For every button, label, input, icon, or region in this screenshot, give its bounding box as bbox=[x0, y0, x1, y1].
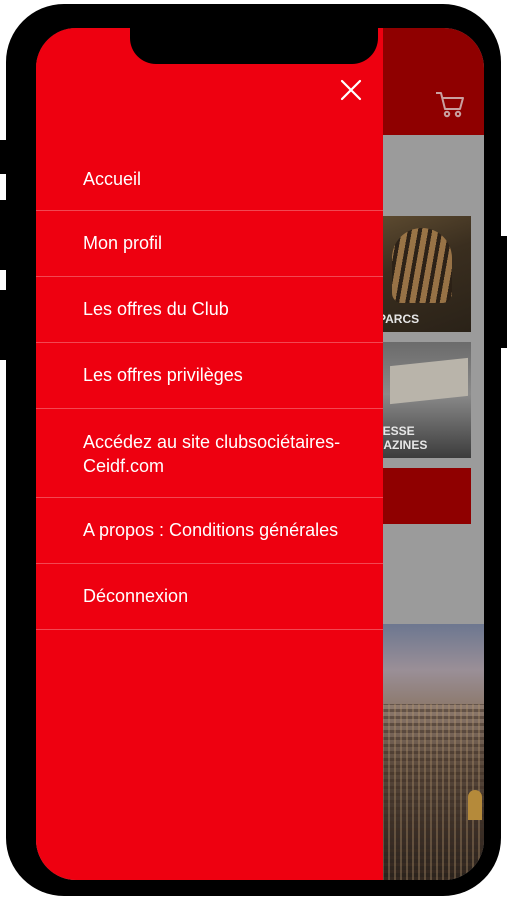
phone-frame: PARCS RESSE GAZINES Accueil bbox=[6, 4, 501, 896]
menu-item-label: A propos : Conditions générales bbox=[83, 520, 339, 540]
city-image bbox=[382, 624, 484, 880]
menu-item-label: Les offres du Club bbox=[83, 299, 229, 319]
tile-label: RESSE GAZINES bbox=[382, 424, 463, 452]
tile-label: PARCS bbox=[382, 312, 420, 326]
menu-item-label: Déconnexion bbox=[83, 586, 189, 606]
menu-item-label: Mon profil bbox=[83, 233, 163, 253]
category-tile-presse[interactable]: RESSE GAZINES bbox=[382, 342, 471, 458]
navigation-drawer: Accueil Mon profil Les offres du Club Le… bbox=[36, 28, 383, 880]
phone-notch bbox=[130, 24, 378, 64]
tile-label-line2: GAZINES bbox=[382, 438, 428, 452]
screen: PARCS RESSE GAZINES Accueil bbox=[36, 28, 484, 880]
menu-item-label: Les offres privilèges bbox=[83, 365, 243, 385]
promo-banner[interactable] bbox=[382, 468, 471, 524]
menu-item-a-propos[interactable]: A propos : Conditions générales bbox=[36, 498, 383, 564]
tile-label-line1: RESSE bbox=[382, 424, 415, 438]
menu-item-accueil[interactable]: Accueil bbox=[36, 169, 383, 211]
newspaper-image bbox=[390, 357, 468, 405]
menu-item-deconnexion[interactable]: Déconnexion bbox=[36, 564, 383, 630]
menu-item-offres-privileges[interactable]: Les offres privilèges bbox=[36, 343, 383, 409]
menu-item-offres-club[interactable]: Les offres du Club bbox=[36, 277, 383, 343]
dome-shape bbox=[468, 790, 482, 820]
drawer-menu: Accueil Mon profil Les offres du Club Le… bbox=[36, 169, 383, 630]
menu-item-mon-profil[interactable]: Mon profil bbox=[36, 211, 383, 277]
tiger-image bbox=[392, 228, 452, 303]
menu-item-site-club[interactable]: Accédez au site clubsociétaires-Ceidf.co… bbox=[36, 409, 383, 498]
category-tile-parcs[interactable]: PARCS bbox=[382, 216, 471, 332]
menu-item-label: Accueil bbox=[83, 169, 142, 189]
close-icon[interactable] bbox=[339, 78, 363, 102]
cart-icon[interactable] bbox=[434, 88, 466, 120]
menu-item-label: Accédez au site clubsociétaires-Ceidf.co… bbox=[83, 432, 341, 476]
